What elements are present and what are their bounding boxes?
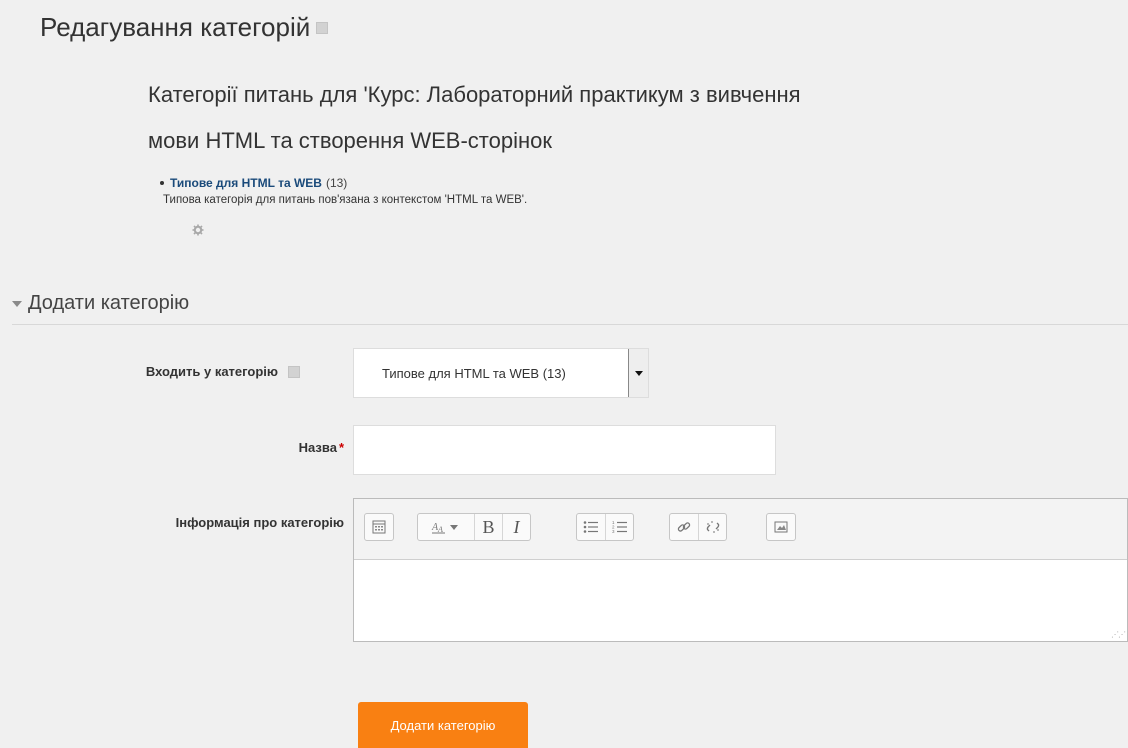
image-icon[interactable] (767, 514, 795, 540)
bold-icon[interactable]: B (474, 514, 502, 540)
parent-category-label: Входить у категорію (146, 364, 300, 379)
bold-glyph: B (482, 516, 495, 537)
add-category-button[interactable]: Додати категорію (358, 702, 528, 748)
chevron-down-icon[interactable] (628, 349, 648, 397)
categories-heading-line1: Категорії питань для 'Курс: Лабораторний… (148, 82, 801, 107)
name-field[interactable] (353, 425, 776, 475)
rich-text-editor: AA B I 123 ⋰⋰ (353, 498, 1128, 642)
info-label: Інформація про категорію (175, 515, 344, 530)
category-description: Типова категорія для питань пов'язана з … (163, 194, 528, 206)
editor-toolbar: AA B I 123 (354, 499, 1127, 559)
help-icon[interactable] (288, 365, 300, 378)
parent-category-value: Типове для HTML та WEB (13) (382, 365, 566, 381)
page-title-text: Редагування категорій (40, 12, 311, 42)
toolbar-group: AA B I (417, 513, 531, 541)
link-icon[interactable] (670, 514, 698, 540)
unlink-icon[interactable] (698, 514, 726, 540)
ordered-list-icon[interactable]: 123 (605, 514, 633, 540)
toolbar-group: 123 (576, 513, 634, 541)
divider (12, 324, 1128, 325)
toolbar-group (364, 513, 394, 541)
italic-glyph: I (513, 516, 520, 537)
category-list: Типове для HTML та WEB (13) Типова катег… (160, 176, 527, 206)
bullet-icon (160, 181, 164, 185)
unordered-list-icon[interactable] (577, 514, 605, 540)
toolbar-group (766, 513, 796, 541)
name-label: Назва * (299, 440, 344, 455)
categories-heading: Категорії питань для 'Курс: Лабораторний… (148, 72, 1008, 164)
resize-handle-icon[interactable]: ⋰⋰ (1111, 630, 1126, 639)
editor-content-area[interactable]: ⋰⋰ (354, 559, 1127, 641)
toolbar-toggle-icon[interactable] (365, 514, 393, 540)
categories-heading-line2: мови HTML та створення WEB-сторінок (148, 128, 552, 153)
category-link[interactable]: Типове для HTML та WEB (170, 176, 322, 190)
list-item: Типове для HTML та WEB (13) (160, 176, 527, 190)
section-title: Додати категорію (28, 292, 190, 314)
help-icon[interactable] (316, 21, 329, 34)
parent-category-select[interactable]: Типове для HTML та WEB (13) (353, 348, 649, 398)
italic-icon[interactable]: I (502, 514, 530, 540)
toolbar-group (669, 513, 727, 541)
parent-category-label-text: Входить у категорію (145, 364, 278, 379)
svg-text:3: 3 (612, 529, 615, 534)
gear-icon[interactable] (192, 224, 204, 236)
category-count: (13) (325, 176, 348, 190)
collapse-triangle-icon (12, 300, 22, 307)
add-category-section-toggle[interactable]: Додати категорію (12, 292, 189, 315)
page-title: Редагування категорій (40, 12, 329, 43)
font-style-icon[interactable]: AA (418, 514, 474, 540)
required-marker: * (338, 440, 344, 455)
name-label-text: Назва (298, 440, 337, 455)
